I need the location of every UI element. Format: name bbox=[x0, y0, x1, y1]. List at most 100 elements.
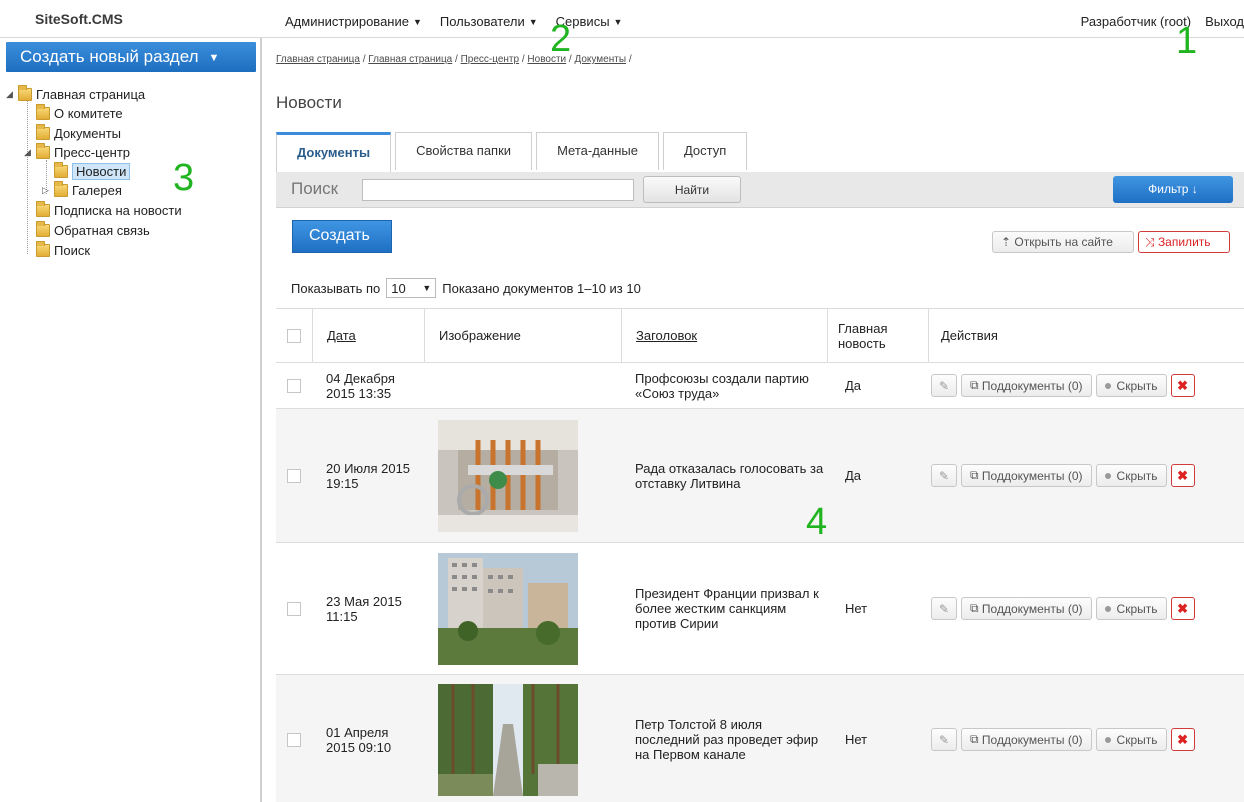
collapse-icon[interactable]: ◢ bbox=[24, 147, 34, 158]
image-cell bbox=[438, 543, 578, 674]
row-main-news: Нет bbox=[845, 601, 868, 616]
filter-button[interactable]: Фильтр ↓ bbox=[1113, 176, 1233, 203]
image-cell bbox=[438, 675, 578, 802]
subdocuments-button[interactable]: ⧉ Поддокументы (0) bbox=[961, 374, 1092, 397]
breadcrumb-link[interactable]: Пресс-центр bbox=[461, 54, 519, 65]
table-header: Дата Изображение Заголовок Главная новос… bbox=[276, 309, 1244, 363]
edit-button[interactable]: ✎ bbox=[931, 374, 957, 397]
row-date: 01 Апреля 2015 09:10 bbox=[326, 724, 392, 755]
close-icon: ✖ bbox=[1177, 377, 1188, 393]
tab-folder-properties[interactable]: Свойства папки bbox=[395, 132, 533, 170]
subdocuments-label: Поддокументы (0) bbox=[981, 732, 1083, 747]
edit-button[interactable]: ✎ bbox=[931, 728, 957, 751]
delete-button[interactable]: ✖ bbox=[1170, 374, 1195, 397]
tree-item-subscription[interactable]: Подписка на новости bbox=[36, 200, 182, 220]
main-news-cell: Нет bbox=[845, 675, 867, 802]
create-section-button[interactable]: Создать новый раздел ▼ bbox=[6, 42, 256, 72]
hide-label: Скрыть bbox=[1116, 732, 1158, 747]
actions-column-label: Действия bbox=[941, 328, 998, 343]
tree-item-press-center[interactable]: ◢ Пресс-центр bbox=[24, 142, 130, 162]
hide-button[interactable]: Скрыть bbox=[1095, 374, 1167, 397]
copy-icon: ⧉ bbox=[970, 601, 982, 615]
folder-icon bbox=[36, 103, 50, 120]
user-name-link[interactable]: Разработчик (root) bbox=[1081, 14, 1191, 29]
hide-label: Скрыть bbox=[1116, 601, 1158, 616]
breadcrumb-link[interactable]: Главная страница bbox=[368, 54, 452, 65]
sort-date-link[interactable]: Дата bbox=[327, 328, 356, 343]
row-actions: ✎ ⧉ Поддокументы (0) Скрыть ✖ bbox=[931, 363, 1195, 408]
annotation-marker: 1 bbox=[1176, 20, 1198, 62]
row-checkbox[interactable] bbox=[287, 468, 301, 483]
tree-item-home[interactable]: ◢ Главная страница bbox=[6, 84, 145, 104]
tree-item-gallery[interactable]: ▷ Галерея bbox=[42, 180, 122, 200]
row-title[interactable]: Рада отказалась голосовать за отставку Л… bbox=[635, 461, 825, 491]
pin-button[interactable]: ⤨ Запилить bbox=[1138, 231, 1230, 253]
subdocuments-label: Поддокументы (0) bbox=[981, 468, 1083, 483]
annotation-marker: 2 bbox=[550, 18, 572, 60]
hide-button[interactable]: Скрыть bbox=[1095, 597, 1167, 620]
hide-label: Скрыть bbox=[1116, 468, 1158, 483]
row-title[interactable]: Профсоюзы создали партию «Союз труда» bbox=[635, 371, 825, 401]
close-icon: ✖ bbox=[1177, 731, 1188, 747]
image-cell bbox=[438, 409, 578, 542]
menu-administration-label: Администрирование bbox=[285, 14, 409, 29]
tree-item-label: Галерея bbox=[72, 182, 122, 198]
menu-users-label: Пользователи bbox=[439, 14, 525, 29]
row-title[interactable]: Петр Толстой 8 июля последний раз провед… bbox=[635, 717, 825, 762]
find-button[interactable]: Найти bbox=[643, 176, 741, 203]
breadcrumb-link[interactable]: Документы bbox=[574, 54, 626, 65]
create-document-button[interactable]: Создать bbox=[292, 220, 392, 253]
menu-administration[interactable]: Администрирование ▼ bbox=[285, 14, 422, 29]
title-cell: Рада отказалась голосовать за отставку Л… bbox=[635, 409, 825, 542]
header-actions: Действия bbox=[928, 309, 1244, 362]
copy-icon: ⧉ bbox=[970, 468, 982, 482]
page-title: Новости bbox=[276, 93, 342, 112]
edit-button[interactable]: ✎ bbox=[931, 464, 957, 487]
shuffle-icon: ⤨ bbox=[1145, 235, 1158, 249]
collapse-icon[interactable]: ◢ bbox=[6, 89, 16, 100]
tab-documents[interactable]: Документы bbox=[276, 132, 392, 172]
delete-button[interactable]: ✖ bbox=[1170, 597, 1195, 620]
tree-item-about[interactable]: О комитете bbox=[36, 103, 123, 123]
menu-users[interactable]: Пользователи ▼ bbox=[440, 14, 538, 29]
folder-icon bbox=[36, 240, 50, 257]
tree-item-search[interactable]: Поиск bbox=[36, 240, 90, 260]
hide-button[interactable]: Скрыть bbox=[1095, 464, 1167, 487]
main-news-cell: Да bbox=[845, 409, 861, 542]
tab-access[interactable]: Доступ bbox=[662, 132, 748, 170]
tree-item-documents[interactable]: Документы bbox=[36, 123, 121, 143]
tree-item-news[interactable]: Новости bbox=[54, 161, 131, 181]
annotation-marker: 3 bbox=[173, 157, 195, 199]
folder-icon bbox=[36, 123, 50, 140]
folder-icon bbox=[18, 84, 32, 101]
create-section-label: Создать новый раздел bbox=[20, 47, 199, 66]
sort-title-link[interactable]: Заголовок bbox=[636, 328, 697, 343]
documents-count: Показано документов 1–10 из 10 bbox=[442, 280, 641, 296]
search-input[interactable] bbox=[362, 179, 634, 201]
subdocuments-button[interactable]: ⧉ Поддокументы (0) bbox=[961, 728, 1092, 751]
page-size-select[interactable]: 10 ▼ bbox=[386, 278, 437, 298]
tree-item-label: Главная страница bbox=[36, 86, 146, 102]
row-checkbox[interactable] bbox=[287, 601, 301, 616]
tree-item-feedback[interactable]: Обратная связь bbox=[36, 220, 150, 240]
tab-metadata[interactable]: Мета-данные bbox=[536, 132, 659, 170]
hide-button[interactable]: Скрыть bbox=[1095, 728, 1167, 751]
breadcrumb-link[interactable]: Главная страница bbox=[276, 54, 360, 65]
expand-icon[interactable]: ▷ bbox=[42, 185, 52, 196]
caret-down-icon: ▼ bbox=[613, 16, 623, 27]
close-icon: ✖ bbox=[1177, 467, 1188, 483]
row-checkbox[interactable] bbox=[287, 732, 301, 747]
delete-button[interactable]: ✖ bbox=[1170, 464, 1195, 487]
row-title[interactable]: Президент Франции призвал к более жестки… bbox=[635, 586, 825, 631]
caret-down-icon: ▼ bbox=[208, 51, 220, 64]
forest-road-photo bbox=[438, 683, 578, 796]
date-cell: 04 Декабря 2015 13:35 bbox=[326, 363, 416, 408]
subdocuments-button[interactable]: ⧉ Поддокументы (0) bbox=[961, 597, 1092, 620]
row-checkbox[interactable] bbox=[287, 378, 301, 393]
select-all-checkbox[interactable] bbox=[287, 328, 301, 343]
subdocuments-button[interactable]: ⧉ Поддокументы (0) bbox=[961, 464, 1092, 487]
edit-button[interactable]: ✎ bbox=[931, 597, 957, 620]
delete-button[interactable]: ✖ bbox=[1170, 728, 1195, 751]
open-on-site-button[interactable]: ⇡ Открыть на сайте bbox=[992, 231, 1134, 253]
logout-link[interactable]: Выход bbox=[1205, 14, 1244, 29]
